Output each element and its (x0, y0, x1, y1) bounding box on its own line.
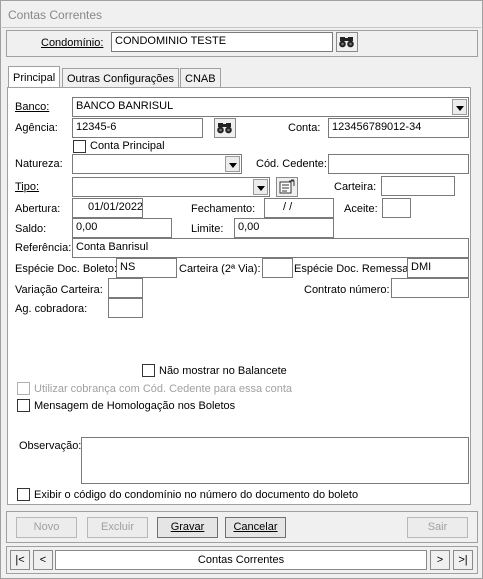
tipo-select[interactable] (72, 177, 270, 197)
binoculars-icon (339, 37, 354, 48)
agencia-search-button[interactable] (214, 118, 236, 138)
aceite-label: Aceite: (344, 203, 378, 215)
especie-remessa-label: Espécie Doc. Remessa: (294, 263, 412, 275)
dropdown-arrow-icon[interactable] (452, 99, 467, 115)
mensagem-homologacao-checkbox[interactable] (17, 399, 30, 412)
especie-remessa-field[interactable]: DMI (407, 258, 469, 278)
ag-cobradora-label: Ag. cobradora: (15, 303, 88, 315)
first-record-button[interactable]: |< (10, 550, 30, 570)
saldo-field[interactable]: 0,00 (72, 218, 172, 238)
nao-mostrar-balancete-checkbox[interactable] (142, 364, 155, 377)
banco-label: Banco: (15, 101, 50, 113)
fechamento-label: Fechamento: (191, 203, 256, 215)
especie-boleto-label: Espécie Doc. Boleto: (15, 263, 118, 275)
abertura-label: Abertura: (15, 203, 61, 215)
tipo-label: Tipo: (15, 181, 40, 193)
lookup-icon (279, 179, 295, 194)
carteira-field[interactable] (381, 176, 455, 196)
exibir-codigo-checkbox[interactable] (17, 488, 30, 501)
variacao-carteira-field[interactable] (108, 278, 143, 298)
utilizar-cobranca-label: Utilizar cobrança com Cód. Cedente para … (34, 383, 293, 395)
referencia-label: Referência: (15, 242, 72, 254)
conta-label: Conta: (288, 122, 321, 134)
cancelar-button[interactable]: Cancelar (225, 517, 286, 538)
conta-principal-label: Conta Principal (90, 140, 165, 152)
carteira-2via-label: Carteira (2ª Via): (179, 263, 261, 275)
cod-cedente-field[interactable] (328, 154, 469, 174)
referencia-field[interactable]: Conta Banrisul (72, 238, 469, 258)
tipo-lookup-button[interactable] (276, 177, 298, 197)
aceite-field[interactable] (382, 198, 411, 218)
agencia-field[interactable]: 12345-6 (72, 118, 203, 138)
natureza-select[interactable] (72, 154, 242, 174)
tab-cnab[interactable]: CNAB (180, 68, 221, 89)
window-title: Contas Correntes (2, 2, 481, 28)
saldo-label: Saldo: (15, 223, 47, 235)
window: Contas Correntes Condomínio: CONDOMINIO … (0, 0, 483, 579)
carteira-label: Carteira: (334, 181, 377, 193)
variacao-carteira-label: Variação Carteira: (15, 284, 103, 296)
contrato-numero-field[interactable] (391, 278, 469, 298)
natureza-label: Natureza: (15, 158, 63, 170)
next-record-button[interactable]: > (430, 550, 450, 570)
exibir-codigo-label: Exibir o código do condomínio no número … (34, 489, 359, 501)
novo-button[interactable]: Novo (16, 517, 77, 538)
abertura-field[interactable]: 01/01/2022 (72, 198, 143, 218)
limite-label: Limite: (191, 223, 224, 235)
carteira-2via-field[interactable] (262, 258, 293, 278)
utilizar-cobranca-checkbox[interactable] (17, 382, 30, 395)
agencia-label: Agência: (15, 122, 58, 134)
especie-boleto-field[interactable]: NS (116, 258, 177, 278)
observacao-label: Observação: (19, 440, 82, 452)
fechamento-field[interactable]: / / (264, 198, 334, 218)
last-record-button[interactable]: >| (453, 550, 473, 570)
prev-record-button[interactable]: < (33, 550, 53, 570)
tab-principal[interactable]: Principal (8, 66, 61, 89)
dropdown-arrow-icon[interactable] (253, 179, 268, 195)
limite-field[interactable]: 0,00 (234, 218, 334, 238)
binoculars-icon (217, 123, 232, 134)
sair-button[interactable]: Sair (407, 517, 468, 538)
condominio-label: Condomínio: (41, 37, 104, 49)
cod-cedente-label: Cód. Cedente: (256, 158, 327, 170)
tab-outras-configuracoes[interactable]: Outras Configurações (62, 68, 179, 89)
observacao-textarea[interactable] (81, 437, 469, 484)
condominio-search-button[interactable] (336, 32, 358, 52)
ag-cobradora-field[interactable] (108, 298, 143, 318)
dropdown-arrow-icon[interactable] (225, 156, 240, 172)
banco-select[interactable]: BANCO BANRISUL (72, 97, 469, 117)
gravar-button[interactable]: Gravar (157, 517, 218, 538)
condominio-field[interactable]: CONDOMINIO TESTE (111, 32, 333, 52)
excluir-button[interactable]: Excluir (87, 517, 148, 538)
nao-mostrar-balancete-label: Não mostrar no Balancete (159, 365, 287, 377)
navigator-caption: Contas Correntes (55, 550, 427, 570)
conta-principal-checkbox[interactable] (73, 140, 86, 153)
mensagem-homologacao-label: Mensagem de Homologação nos Boletos (34, 400, 236, 412)
conta-field[interactable]: 123456789012-34 (328, 118, 469, 138)
contrato-numero-label: Contrato número: (304, 284, 390, 296)
